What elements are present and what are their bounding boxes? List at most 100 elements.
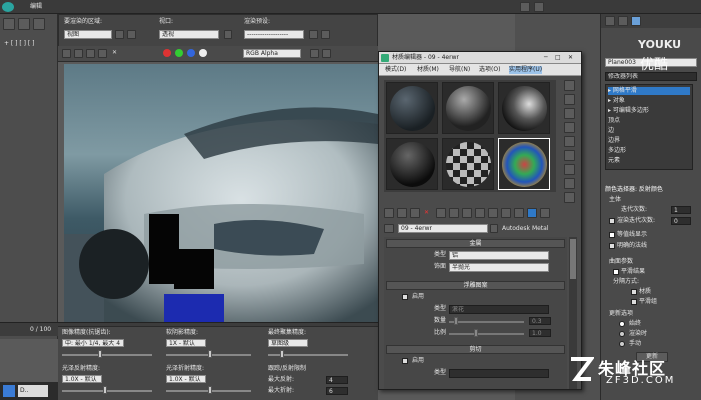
undo-icon[interactable] [520,2,530,12]
render-iter-checkbox[interactable] [609,218,615,224]
options-icon[interactable] [564,164,575,175]
lock-icon[interactable] [224,30,232,39]
viewport-menu-label[interactable]: + [ ] [ ] [ ] [4,40,35,48]
relief-rollout-header[interactable]: 浮雕图案 [386,281,565,290]
menu-navigation[interactable]: 导航(N) [449,66,470,74]
green-channel-icon[interactable] [175,49,183,57]
taskbar-item[interactable]: D.. [18,385,48,397]
max-reflect-field[interactable]: 4 [326,376,348,384]
uv-tiling-icon[interactable] [564,122,575,133]
material-name-dropdown-icon[interactable] [490,224,498,233]
sample-slot[interactable] [442,138,494,190]
pick-material-icon[interactable] [384,224,394,233]
close-icon[interactable]: ✕ [568,54,573,62]
menu-mode[interactable]: 模式(D) [385,66,406,74]
relief-type-dropdown[interactable]: 滚花 [449,305,549,314]
sample-slot[interactable] [386,138,438,190]
copy-image-icon[interactable] [74,49,83,58]
select-by-material-icon[interactable] [564,178,575,189]
sample-slot[interactable] [442,82,494,134]
material-checkbox[interactable] [631,289,637,295]
shadow-dropdown[interactable]: 1X - 默认 [166,339,206,347]
stack-item[interactable]: 边界 [608,137,620,145]
aa-slider-thumb[interactable] [98,350,102,358]
save-image-icon[interactable] [62,49,71,58]
max-refract-field[interactable]: 6 [326,387,348,395]
put-to-scene-icon[interactable] [397,208,407,218]
put-to-library-icon[interactable] [462,208,472,218]
aa-dropdown[interactable]: 中: 最小 1/4, 最大 4 [62,339,124,347]
start-icon[interactable] [3,385,15,397]
iterations-field[interactable]: 1 [671,206,691,214]
go-sibling-icon[interactable] [527,208,537,218]
cutout-type-dropdown[interactable] [449,369,549,378]
stack-item[interactable]: 顶点 [608,117,620,125]
amount-slider-thumb[interactable] [454,317,458,325]
scrollbar-thumb[interactable] [570,239,576,279]
hierarchy-tab-icon[interactable] [631,16,641,26]
maximize-icon[interactable]: □ [555,54,561,62]
spec-slider-thumb[interactable] [103,386,107,394]
color-swatch-icon[interactable] [322,49,331,58]
channel-dropdown[interactable]: RGB Alpha [243,49,301,58]
alpha-channel-icon[interactable] [199,49,207,57]
refr-slider-thumb[interactable] [208,386,212,394]
relief-enable-checkbox[interactable] [402,294,408,300]
clone-icon[interactable] [86,49,95,58]
metal-rollout-header[interactable]: 金属 [386,239,565,248]
render-iter-field[interactable]: 0 [671,217,691,225]
material-editor-titlebar[interactable]: 材质编辑器 - 09 - 4erwr ─ □ ✕ [379,52,581,64]
auto-region-icon[interactable] [127,30,136,39]
red-channel-icon[interactable] [163,49,171,57]
select-icon[interactable] [3,18,15,30]
sample-type-icon[interactable] [564,80,575,91]
create-tab-icon[interactable] [605,16,615,26]
metal-type-dropdown[interactable]: 铝 [449,251,549,260]
scale-field[interactable]: 1.0 [529,329,551,337]
stack-item[interactable]: ▸ 网格平滑 [608,87,690,95]
sample-slot[interactable] [386,82,438,134]
spec-dropdown[interactable]: 1.0X - 默认 [62,375,102,383]
target-dropdown[interactable]: 视图 [64,30,112,39]
render-radio[interactable] [619,331,625,337]
show-map-icon[interactable] [488,208,498,218]
copy-material-icon[interactable] [436,208,446,218]
make-unique-icon[interactable] [449,208,459,218]
get-material-icon[interactable] [384,208,394,218]
finish-dropdown[interactable]: 半抛光 [449,263,549,272]
always-radio[interactable] [619,321,625,327]
go-parent-icon[interactable] [514,208,524,218]
redo-icon[interactable] [534,2,544,12]
assign-to-selection-icon[interactable] [410,208,420,218]
app-logo-icon[interactable] [2,2,14,12]
print-icon[interactable] [98,49,107,58]
stack-item[interactable]: 元素 [608,157,620,165]
menu-material[interactable]: 材质(M) [417,66,439,74]
menu-options[interactable]: 选项(O) [479,66,500,74]
modify-tab-icon[interactable] [618,16,628,26]
stack-item[interactable]: ▸ 对象 [608,97,625,105]
sample-slot[interactable] [498,82,550,134]
render-setup-icon[interactable] [321,30,330,39]
preset-dropdown[interactable]: ------------------- [244,30,304,39]
display-icon[interactable] [310,49,319,58]
show-end-result-icon[interactable] [501,208,511,218]
smooth-checkbox[interactable] [613,269,619,275]
link-icon[interactable] [18,18,30,30]
sample-slot-active[interactable] [498,138,550,190]
fg-slider-thumb[interactable] [280,350,284,358]
material-name-field[interactable]: 09 - 4erwr [398,224,488,233]
material-type-button[interactable]: Autodesk Metal [502,225,549,233]
group-checkbox[interactable] [631,299,637,305]
save-preset-icon[interactable] [309,30,318,39]
backlight-icon[interactable] [564,94,575,105]
stack-item[interactable]: ▸ 可编辑多边形 [608,107,649,115]
menu-utilities[interactable]: 实用程序(U) [509,66,543,74]
minimize-icon[interactable]: ─ [544,54,548,62]
stack-item[interactable]: 边 [608,127,614,135]
preview-icon[interactable] [564,150,575,161]
explicit-checkbox[interactable] [609,243,615,249]
region-icon[interactable] [115,30,124,39]
isoline-checkbox[interactable] [609,232,615,238]
video-check-icon[interactable] [564,136,575,147]
